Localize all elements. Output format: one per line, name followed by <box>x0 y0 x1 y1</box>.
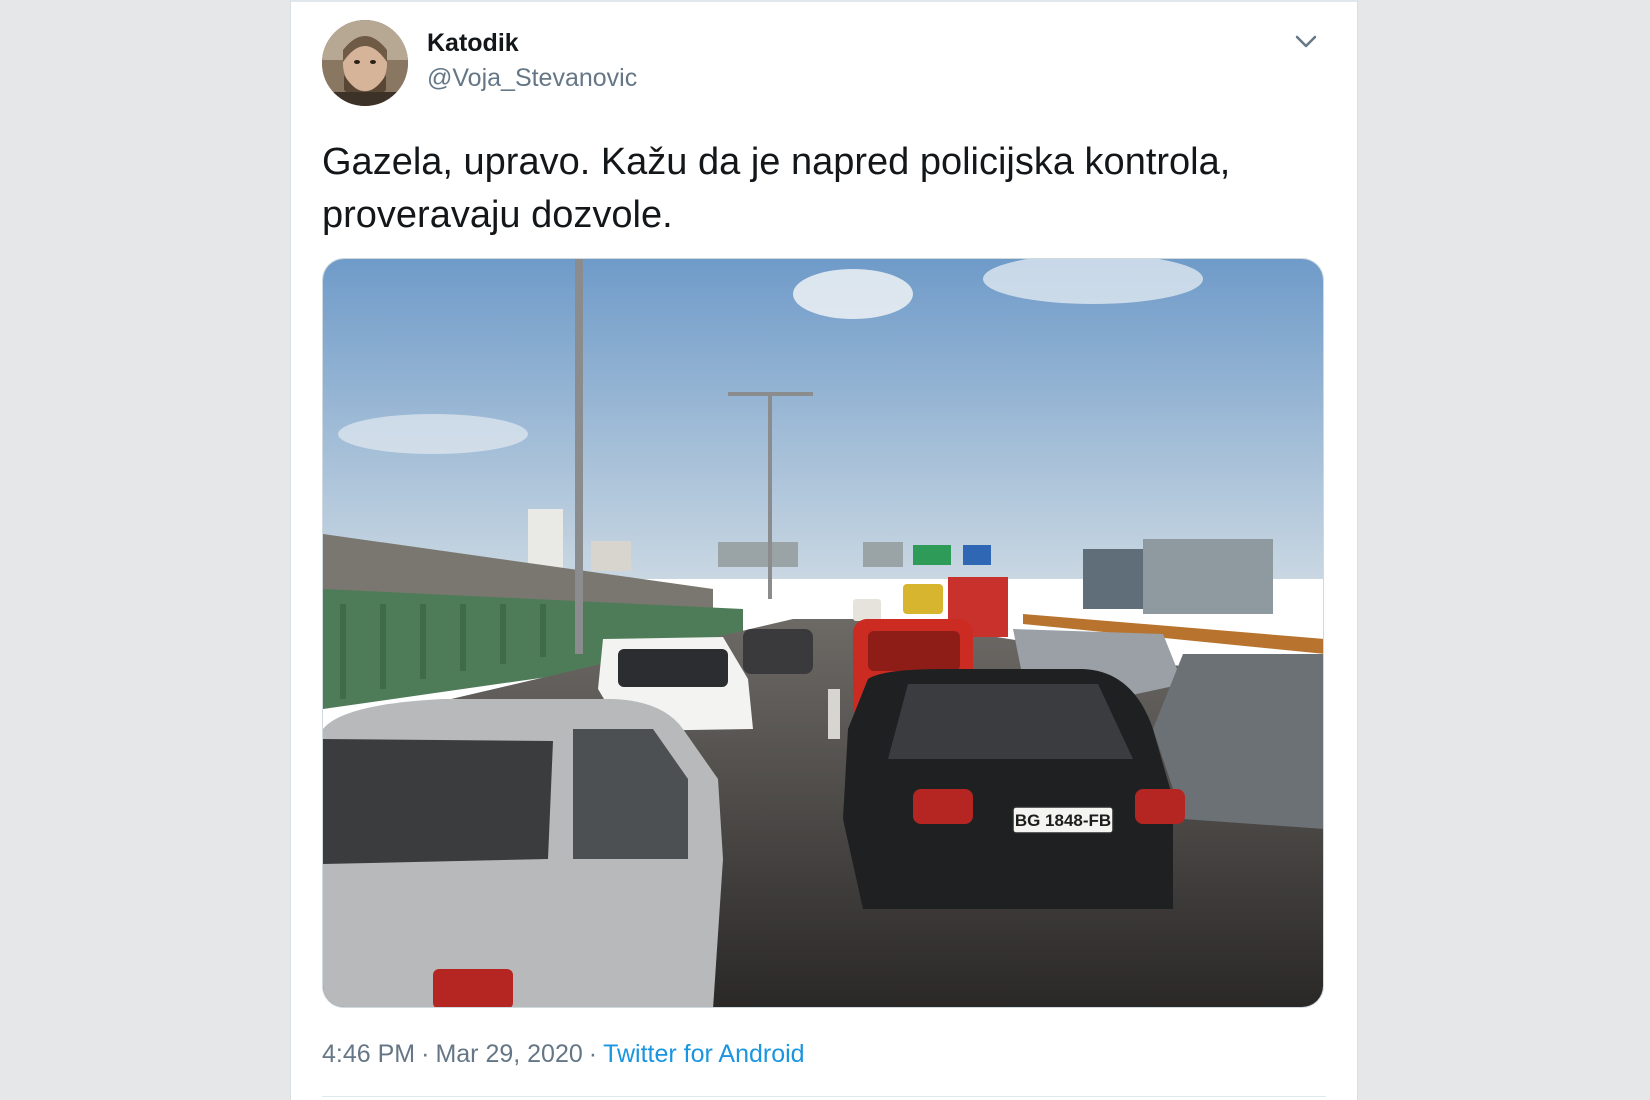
chevron-down-icon[interactable] <box>1291 26 1321 56</box>
author-handle[interactable]: @Voja_Stevanovic <box>427 64 637 93</box>
tweet-text: Gazela, upravo. Kažu da je napred polici… <box>322 141 1231 236</box>
author-name[interactable]: Katodik <box>427 29 519 58</box>
svg-text:BG 1848-FB: BG 1848-FB <box>1015 811 1111 830</box>
tweet-time[interactable]: 4:46 PM <box>322 1040 415 1068</box>
meta-separator: · <box>588 1040 598 1068</box>
tweet-card: Katodik @Voja_Stevanovic Gazela, upravo.… <box>290 0 1358 1100</box>
bottom-divider <box>322 1096 1326 1097</box>
traffic-photo: BG 1848-FB <box>323 259 1323 1007</box>
top-divider <box>291 0 1357 2</box>
tweet-date[interactable]: Mar 29, 2020 <box>435 1040 582 1068</box>
tweet-meta: 4:46 PM · Mar 29, 2020 · Twitter for Android <box>322 1040 805 1069</box>
tweet-source-link[interactable]: Twitter for Android <box>603 1040 804 1068</box>
tweet-photo[interactable]: BG 1848-FB <box>322 258 1324 1008</box>
meta-separator: · <box>421 1040 430 1068</box>
avatar-photo <box>322 20 408 106</box>
avatar[interactable] <box>322 20 408 106</box>
